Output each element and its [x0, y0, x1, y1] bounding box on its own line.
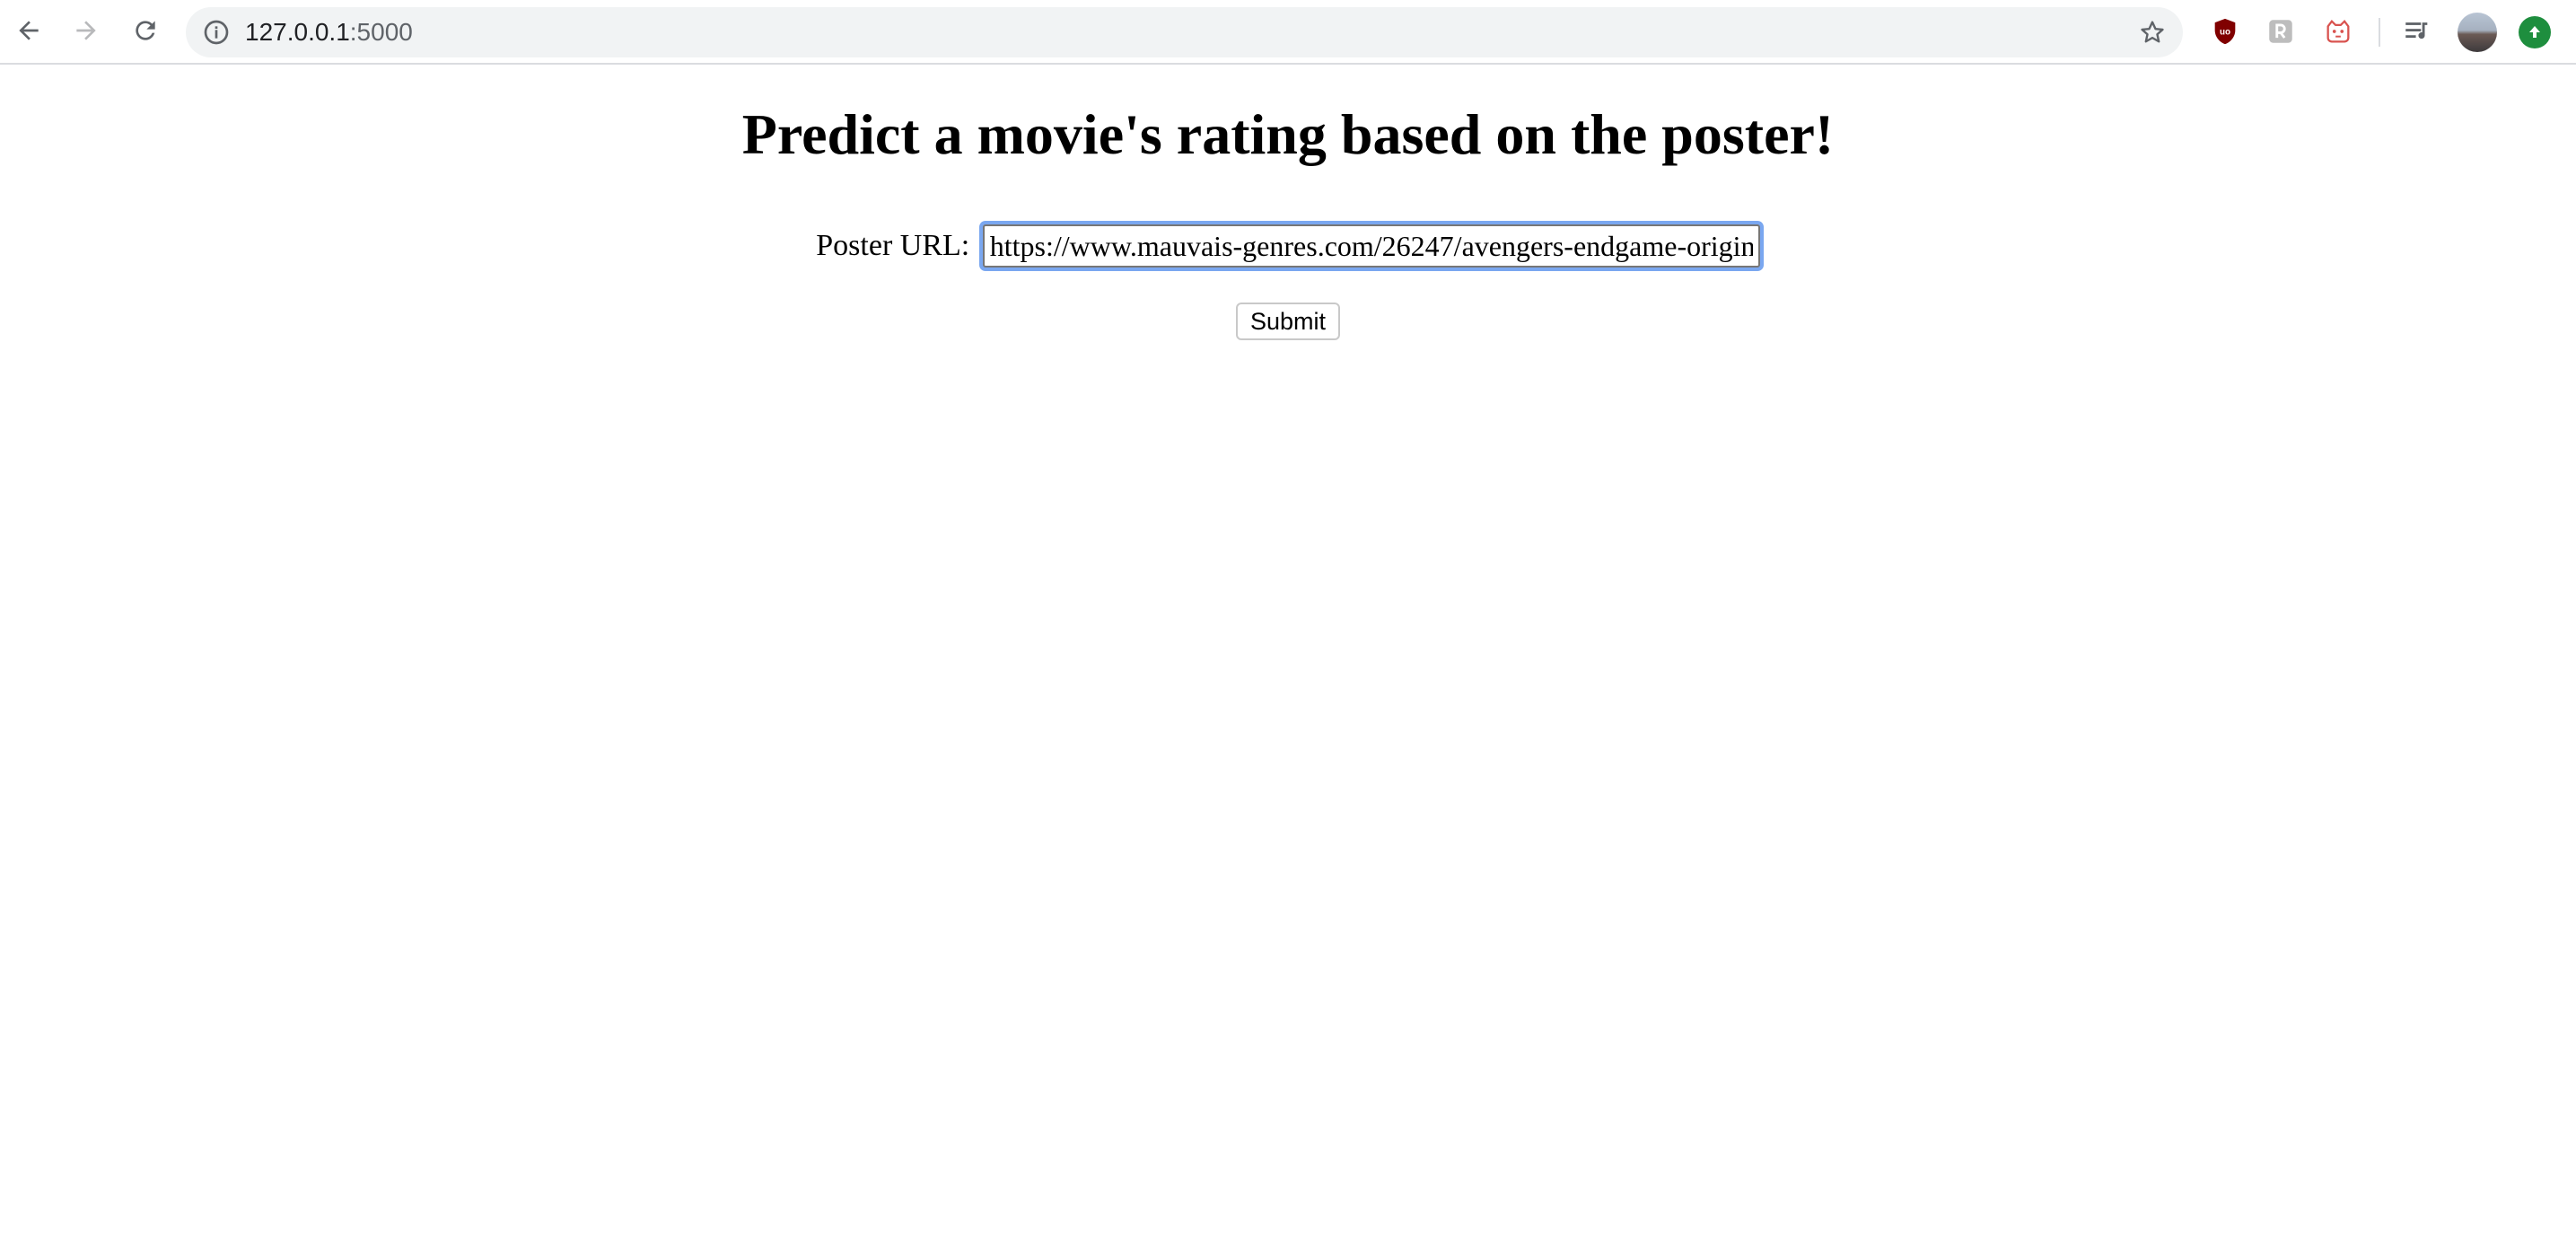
toolbar-divider: [2379, 18, 2380, 47]
address-bar[interactable]: 127.0.0.1:5000: [186, 7, 2183, 57]
star-icon[interactable]: [2138, 18, 2167, 47]
page-content: Predict a movie's rating based on the po…: [0, 65, 2576, 1237]
info-icon[interactable]: [202, 18, 231, 47]
poster-url-form-row: Poster URL:: [0, 224, 2576, 268]
page-title: Predict a movie's rating based on the po…: [741, 102, 1835, 166]
reload-icon[interactable]: [127, 13, 163, 48]
browser-toolbar: 127.0.0.1:5000 uo: [0, 0, 2576, 65]
back-arrow-icon[interactable]: [11, 13, 47, 48]
update-arrow-icon[interactable]: [2519, 16, 2551, 48]
cat-extension-icon[interactable]: [2323, 16, 2353, 47]
url-text[interactable]: 127.0.0.1:5000: [245, 7, 413, 57]
forward-arrow-icon[interactable]: [68, 13, 104, 48]
url-host: 127.0.0.1: [245, 18, 350, 46]
poster-url-input[interactable]: [982, 224, 1760, 268]
avatar[interactable]: [2458, 13, 2497, 52]
svg-text:uo: uo: [2220, 28, 2230, 38]
submit-button[interactable]: Submit: [1235, 303, 1341, 340]
media-queue-icon[interactable]: [2402, 16, 2432, 47]
poster-url-label: Poster URL:: [816, 229, 970, 262]
ublock-shield-icon[interactable]: uo: [2210, 16, 2240, 47]
puzzle-extension-icon[interactable]: [2265, 16, 2296, 47]
submit-row: Submit: [0, 303, 2576, 340]
url-port: :5000: [349, 18, 413, 46]
